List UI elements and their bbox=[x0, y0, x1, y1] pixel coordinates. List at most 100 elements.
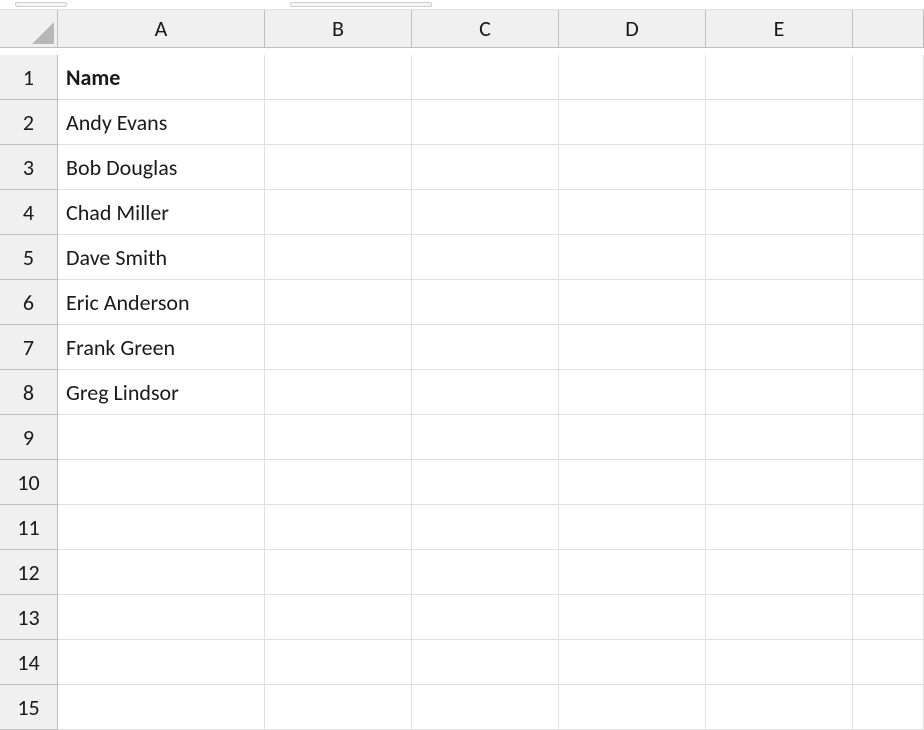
cell-F13[interactable] bbox=[853, 595, 924, 640]
cell-F12[interactable] bbox=[853, 550, 924, 595]
cell-B13[interactable] bbox=[265, 595, 412, 640]
cell-D4[interactable] bbox=[559, 190, 706, 235]
cell-F7[interactable] bbox=[853, 325, 924, 370]
cell-F8[interactable] bbox=[853, 370, 924, 415]
row-header-1[interactable]: 1 bbox=[0, 55, 58, 100]
cell-D9[interactable] bbox=[559, 415, 706, 460]
cell-D6[interactable] bbox=[559, 280, 706, 325]
cell-E9[interactable] bbox=[706, 415, 853, 460]
cell-C13[interactable] bbox=[412, 595, 559, 640]
row-header-2[interactable]: 2 bbox=[0, 100, 58, 145]
cell-A14[interactable] bbox=[58, 640, 265, 685]
cell-F9[interactable] bbox=[853, 415, 924, 460]
column-header-partial[interactable] bbox=[853, 10, 924, 48]
cell-A7[interactable]: Frank Green bbox=[58, 325, 265, 370]
cell-E12[interactable] bbox=[706, 550, 853, 595]
row-header-11[interactable]: 11 bbox=[0, 505, 58, 550]
cell-D14[interactable] bbox=[559, 640, 706, 685]
row-header-15[interactable]: 15 bbox=[0, 685, 58, 730]
cell-C1[interactable] bbox=[412, 55, 559, 100]
cell-B4[interactable] bbox=[265, 190, 412, 235]
row-header-13[interactable]: 13 bbox=[0, 595, 58, 640]
cell-E3[interactable] bbox=[706, 145, 853, 190]
cell-A1[interactable]: Name bbox=[58, 55, 265, 100]
cell-F6[interactable] bbox=[853, 280, 924, 325]
select-all-corner[interactable] bbox=[0, 10, 58, 48]
cell-C4[interactable] bbox=[412, 190, 559, 235]
cell-C15[interactable] bbox=[412, 685, 559, 730]
cell-C8[interactable] bbox=[412, 370, 559, 415]
cell-A5[interactable]: Dave Smith bbox=[58, 235, 265, 280]
cell-F15[interactable] bbox=[853, 685, 924, 730]
cell-B10[interactable] bbox=[265, 460, 412, 505]
cell-B5[interactable] bbox=[265, 235, 412, 280]
cell-B12[interactable] bbox=[265, 550, 412, 595]
cell-F14[interactable] bbox=[853, 640, 924, 685]
cell-C11[interactable] bbox=[412, 505, 559, 550]
cell-F4[interactable] bbox=[853, 190, 924, 235]
cell-E13[interactable] bbox=[706, 595, 853, 640]
row-header-10[interactable]: 10 bbox=[0, 460, 58, 505]
cell-E6[interactable] bbox=[706, 280, 853, 325]
cell-A4[interactable]: Chad Miller bbox=[58, 190, 265, 235]
cell-D5[interactable] bbox=[559, 235, 706, 280]
cell-D2[interactable] bbox=[559, 100, 706, 145]
row-header-4[interactable]: 4 bbox=[0, 190, 58, 235]
cell-C3[interactable] bbox=[412, 145, 559, 190]
cell-D13[interactable] bbox=[559, 595, 706, 640]
cell-E8[interactable] bbox=[706, 370, 853, 415]
cell-E11[interactable] bbox=[706, 505, 853, 550]
cell-F3[interactable] bbox=[853, 145, 924, 190]
cell-A10[interactable] bbox=[58, 460, 265, 505]
cell-A6[interactable]: Eric Anderson bbox=[58, 280, 265, 325]
cell-E10[interactable] bbox=[706, 460, 853, 505]
cell-D1[interactable] bbox=[559, 55, 706, 100]
cell-E14[interactable] bbox=[706, 640, 853, 685]
cell-B3[interactable] bbox=[265, 145, 412, 190]
column-header-E[interactable]: E bbox=[706, 10, 853, 48]
row-header-12[interactable]: 12 bbox=[0, 550, 58, 595]
cell-B7[interactable] bbox=[265, 325, 412, 370]
cell-C5[interactable] bbox=[412, 235, 559, 280]
cell-C2[interactable] bbox=[412, 100, 559, 145]
cell-B14[interactable] bbox=[265, 640, 412, 685]
cell-F2[interactable] bbox=[853, 100, 924, 145]
row-header-7[interactable]: 7 bbox=[0, 325, 58, 370]
cell-E4[interactable] bbox=[706, 190, 853, 235]
cell-B6[interactable] bbox=[265, 280, 412, 325]
column-header-A[interactable]: A bbox=[58, 10, 265, 48]
cell-B2[interactable] bbox=[265, 100, 412, 145]
cell-A8[interactable]: Greg Lindsor bbox=[58, 370, 265, 415]
row-header-5[interactable]: 5 bbox=[0, 235, 58, 280]
column-header-C[interactable]: C bbox=[412, 10, 559, 48]
cell-C10[interactable] bbox=[412, 460, 559, 505]
cell-C9[interactable] bbox=[412, 415, 559, 460]
cell-B8[interactable] bbox=[265, 370, 412, 415]
cell-B1[interactable] bbox=[265, 55, 412, 100]
cell-E15[interactable] bbox=[706, 685, 853, 730]
cell-E5[interactable] bbox=[706, 235, 853, 280]
cell-D12[interactable] bbox=[559, 550, 706, 595]
cell-D15[interactable] bbox=[559, 685, 706, 730]
row-header-14[interactable]: 14 bbox=[0, 640, 58, 685]
cell-C12[interactable] bbox=[412, 550, 559, 595]
cell-A2[interactable]: Andy Evans bbox=[58, 100, 265, 145]
cell-B9[interactable] bbox=[265, 415, 412, 460]
cell-A13[interactable] bbox=[58, 595, 265, 640]
cell-C14[interactable] bbox=[412, 640, 559, 685]
row-header-9[interactable]: 9 bbox=[0, 415, 58, 460]
cell-A11[interactable] bbox=[58, 505, 265, 550]
row-header-3[interactable]: 3 bbox=[0, 145, 58, 190]
cell-D3[interactable] bbox=[559, 145, 706, 190]
cell-F5[interactable] bbox=[853, 235, 924, 280]
cell-E7[interactable] bbox=[706, 325, 853, 370]
row-header-6[interactable]: 6 bbox=[0, 280, 58, 325]
cell-A15[interactable] bbox=[58, 685, 265, 730]
cell-D10[interactable] bbox=[559, 460, 706, 505]
cell-E2[interactable] bbox=[706, 100, 853, 145]
cell-D8[interactable] bbox=[559, 370, 706, 415]
column-header-B[interactable]: B bbox=[265, 10, 412, 48]
cell-F10[interactable] bbox=[853, 460, 924, 505]
cell-F1[interactable] bbox=[853, 55, 924, 100]
column-header-D[interactable]: D bbox=[559, 10, 706, 48]
